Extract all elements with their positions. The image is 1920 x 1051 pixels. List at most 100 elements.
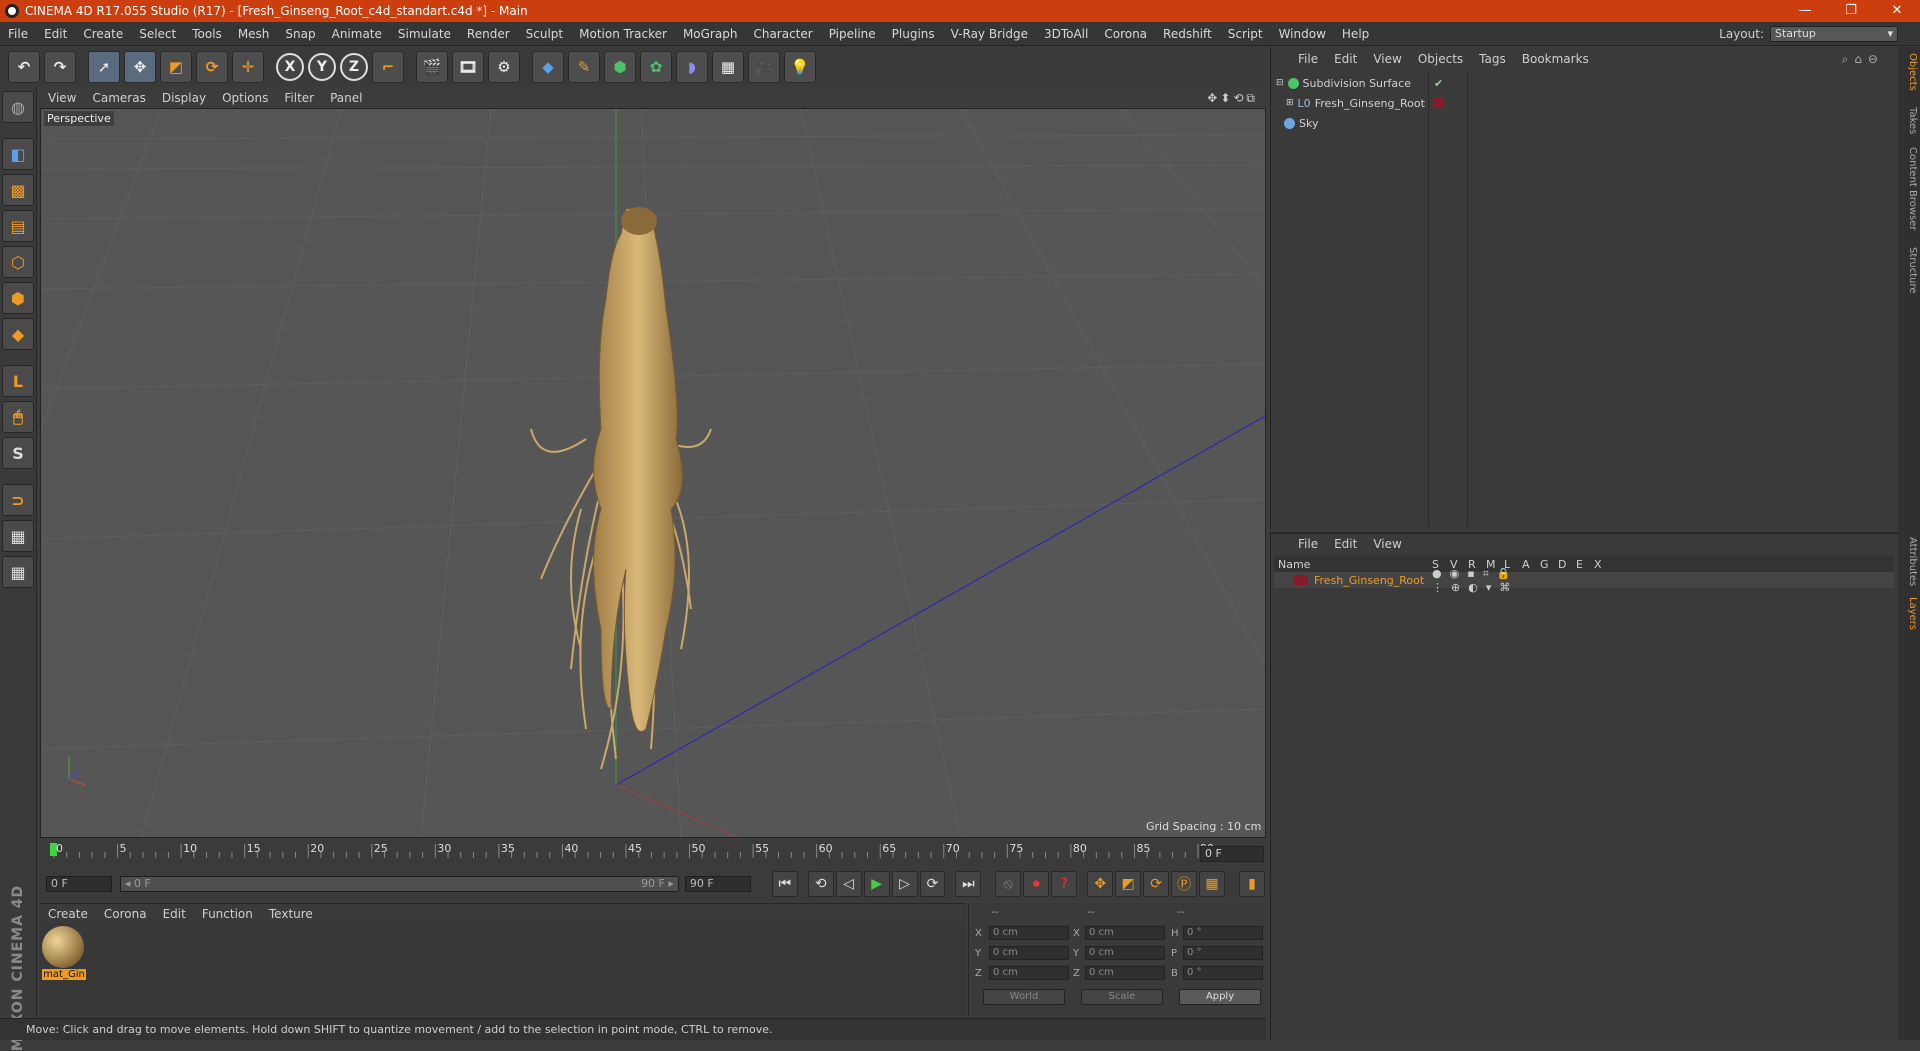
rotate-tool-icon[interactable]: ⟳ xyxy=(196,51,228,83)
points-mode-icon[interactable]: ⬡ xyxy=(2,246,34,278)
layers-menu-file[interactable]: File xyxy=(1290,537,1326,551)
rotation-p-field[interactable]: 0 ° xyxy=(1183,946,1263,960)
minimize-button[interactable]: — xyxy=(1782,0,1828,22)
viewport-menu-view[interactable]: View xyxy=(40,91,84,105)
menu-corona[interactable]: Corona xyxy=(1096,27,1155,41)
key-rotation-icon[interactable]: ⟳ xyxy=(1143,871,1170,897)
menu-mesh[interactable]: Mesh xyxy=(230,27,278,41)
current-frame-field[interactable]: 0 F xyxy=(1200,846,1264,862)
menu-plugins[interactable]: Plugins xyxy=(884,27,943,41)
key-position-icon[interactable]: ✥ xyxy=(1087,871,1114,897)
menu-3dtoall[interactable]: 3DToAll xyxy=(1036,27,1096,41)
objects-menu-tags[interactable]: Tags xyxy=(1471,52,1514,66)
viewport-menu-options[interactable]: Options xyxy=(214,91,276,105)
perspective-viewport[interactable] xyxy=(40,108,1266,838)
object-row-sky[interactable]: Sky xyxy=(1284,114,1444,132)
tweak-mode-icon[interactable]: 🖱 xyxy=(2,401,34,433)
size-x-field[interactable]: 0 cm xyxy=(1085,926,1165,940)
tab-attributes[interactable]: Attributes xyxy=(1900,537,1918,586)
layer-name[interactable]: Fresh_Ginseng_Root xyxy=(1308,574,1432,587)
position-y-field[interactable]: 0 cm xyxy=(989,946,1069,960)
layer-row[interactable]: Fresh_Ginseng_Root ●◉▪⌗🔒⋮⊕◐▾⌘ xyxy=(1274,567,1894,594)
close-button[interactable]: ✕ xyxy=(1874,0,1920,22)
coord-scale-select[interactable]: Scale xyxy=(1081,989,1163,1005)
material-swatch[interactable]: mat_Gin xyxy=(42,926,86,982)
previous-key-icon[interactable]: ⟲ xyxy=(807,871,834,897)
rotation-b-field[interactable]: 0 ° xyxy=(1183,966,1263,980)
play-icon[interactable]: ▶ xyxy=(863,871,890,897)
previous-frame-icon[interactable]: ◁ xyxy=(835,871,862,897)
end-frame-field[interactable]: 90 F xyxy=(684,876,751,892)
material-menu-create[interactable]: Create xyxy=(40,907,96,921)
edges-mode-icon[interactable]: ⬢ xyxy=(2,282,34,314)
position-z-field[interactable]: 0 cm xyxy=(989,966,1069,980)
key-pla-icon[interactable]: ▦ xyxy=(1199,871,1225,897)
x-axis-lock-icon[interactable]: X xyxy=(276,53,304,81)
enabled-check-icon[interactable]: ✔ xyxy=(1434,77,1443,90)
next-frame-icon[interactable]: ▷ xyxy=(891,871,918,897)
render-picture-viewer-icon[interactable]: 🎞 xyxy=(452,51,484,83)
menu-edit[interactable]: Edit xyxy=(36,27,75,41)
size-y-field[interactable]: 0 cm xyxy=(1085,946,1165,960)
go-to-start-icon[interactable]: ⏮ xyxy=(771,871,798,897)
menu-tools[interactable]: Tools xyxy=(184,27,230,41)
viewport-navigation-icons[interactable]: ✥⬍⟲⧉ xyxy=(1207,91,1266,106)
undo-icon[interactable]: ↶ xyxy=(8,51,40,83)
layer-color-swatch[interactable] xyxy=(1434,98,1444,108)
objects-menu-file[interactable]: File xyxy=(1290,52,1326,66)
live-selection-icon[interactable]: ➚ xyxy=(88,51,120,83)
viewport-menu-panel[interactable]: Panel xyxy=(322,91,370,105)
next-key-icon[interactable]: ⟳ xyxy=(919,871,946,897)
menu-snap[interactable]: Snap xyxy=(277,27,323,41)
menu-pipeline[interactable]: Pipeline xyxy=(821,27,884,41)
object-manager-search-icon[interactable]: ⌕⌂⊖ xyxy=(1842,52,1898,67)
tab-takes[interactable]: Takes xyxy=(1900,107,1918,134)
viewport-menu-cameras[interactable]: Cameras xyxy=(84,91,153,105)
cloner-icon[interactable]: ✿ xyxy=(640,51,672,83)
tree-collapse-icon[interactable]: ⊟ xyxy=(1276,78,1284,88)
workplane-icon[interactable]: ▤ xyxy=(2,210,34,242)
key-scale-icon[interactable]: ◩ xyxy=(1115,871,1142,897)
record-active-icon[interactable]: ⏺ xyxy=(1023,871,1050,897)
layer-color-swatch[interactable] xyxy=(1294,575,1308,585)
size-z-field[interactable]: 0 cm xyxy=(1085,966,1165,980)
recent-tool-icon[interactable]: ✛ xyxy=(232,51,264,83)
object-row-fresh-ginseng-root[interactable]: ⊞ L0 Fresh_Ginseng_Root xyxy=(1286,94,1446,112)
menu-character[interactable]: Character xyxy=(745,27,820,41)
menu-render[interactable]: Render xyxy=(459,27,518,41)
menu-sculpt[interactable]: Sculpt xyxy=(518,27,571,41)
restore-button[interactable]: ❐ xyxy=(1828,0,1874,22)
spline-pen-icon[interactable]: ✎ xyxy=(568,51,600,83)
tab-layers[interactable]: Layers xyxy=(1900,597,1918,630)
menu-file[interactable]: File xyxy=(0,27,36,41)
menu-vray-bridge[interactable]: V-Ray Bridge xyxy=(943,27,1036,41)
start-frame-field[interactable]: 0 F xyxy=(46,876,112,892)
workplane-grid-icon[interactable]: ▦ xyxy=(2,556,34,588)
axis-mode-icon[interactable]: L xyxy=(2,365,34,397)
autokey-icon[interactable]: ? xyxy=(1051,871,1078,897)
layers-menu-edit[interactable]: Edit xyxy=(1326,537,1365,551)
menu-select[interactable]: Select xyxy=(131,27,184,41)
material-menu-function[interactable]: Function xyxy=(194,907,261,921)
cube-primitive-icon[interactable]: ◆ xyxy=(532,51,564,83)
coordinate-system-icon[interactable]: ⌐ xyxy=(372,51,404,83)
key-parameter-icon[interactable]: Ⓟ xyxy=(1171,871,1198,897)
coord-system-select[interactable]: World xyxy=(983,989,1065,1005)
viewport-menu-display[interactable]: Display xyxy=(154,91,214,105)
material-menu-edit[interactable]: Edit xyxy=(155,907,194,921)
motion-record-icon[interactable]: ⦸ xyxy=(995,871,1022,897)
redo-icon[interactable]: ↷ xyxy=(44,51,76,83)
objects-menu-edit[interactable]: Edit xyxy=(1326,52,1365,66)
rotation-h-field[interactable]: 0 ° xyxy=(1183,926,1263,940)
deformer-icon[interactable]: ◗ xyxy=(676,51,708,83)
timeline-ruler[interactable]: 051015202530354045505560657075808590 xyxy=(40,840,1266,866)
layer-toggle-icons[interactable]: ●◉▪⌗🔒⋮⊕◐▾⌘ xyxy=(1432,567,1596,594)
model-mode-icon[interactable]: ◧ xyxy=(2,138,34,170)
polygons-mode-icon[interactable]: ◆ xyxy=(2,318,34,350)
y-axis-lock-icon[interactable]: Y xyxy=(308,53,336,81)
viewport-menu-filter[interactable]: Filter xyxy=(276,91,322,105)
object-row-subdivision-surface[interactable]: ⊟ Subdivision Surface ✔ xyxy=(1276,74,1443,92)
texture-mode-icon[interactable]: ▩ xyxy=(2,174,34,206)
menu-animate[interactable]: Animate xyxy=(324,27,390,41)
magnet-icon[interactable]: ⊃ xyxy=(2,484,34,516)
